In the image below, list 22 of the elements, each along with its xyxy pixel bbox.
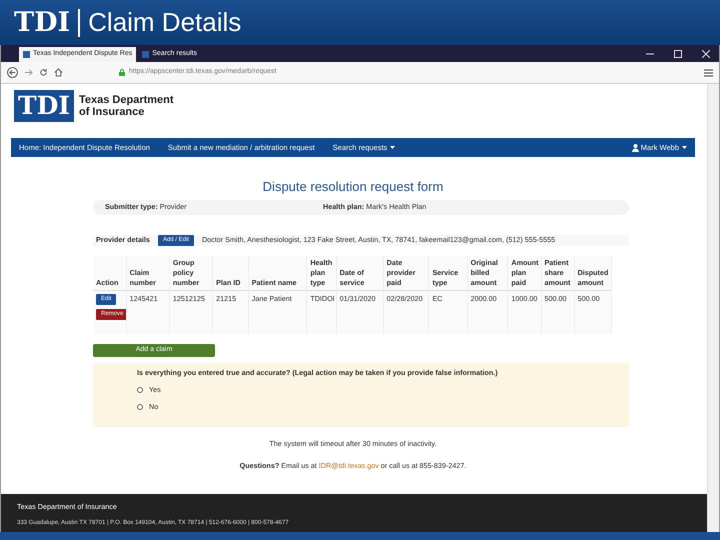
caret-icon <box>390 146 396 150</box>
agency-name: Texas Department <box>78 94 174 106</box>
radio-button[interactable] <box>137 404 143 410</box>
back-icon[interactable] <box>7 67 18 78</box>
favicon-icon <box>23 51 30 58</box>
favicon-icon <box>142 51 150 58</box>
agency-name: of Insurance <box>78 106 146 118</box>
radio-button[interactable] <box>137 387 143 394</box>
forward-icon[interactable] <box>24 68 33 77</box>
caret-icon <box>682 146 687 150</box>
person-icon <box>632 144 639 152</box>
slide-logo: TDI <box>14 9 70 36</box>
scrollbar[interactable] <box>707 84 719 532</box>
agency-logo-mark: TDI <box>14 90 74 122</box>
home-icon[interactable] <box>54 68 63 77</box>
reload-icon[interactable] <box>39 68 48 77</box>
lock-icon <box>119 69 125 76</box>
menu-icon[interactable] <box>704 68 713 76</box>
slide-title: Claim Details <box>88 6 242 39</box>
close-icon[interactable] <box>702 50 710 58</box>
form-heading: Dispute resolution request form <box>262 178 444 196</box>
maximize-icon[interactable] <box>674 50 682 58</box>
